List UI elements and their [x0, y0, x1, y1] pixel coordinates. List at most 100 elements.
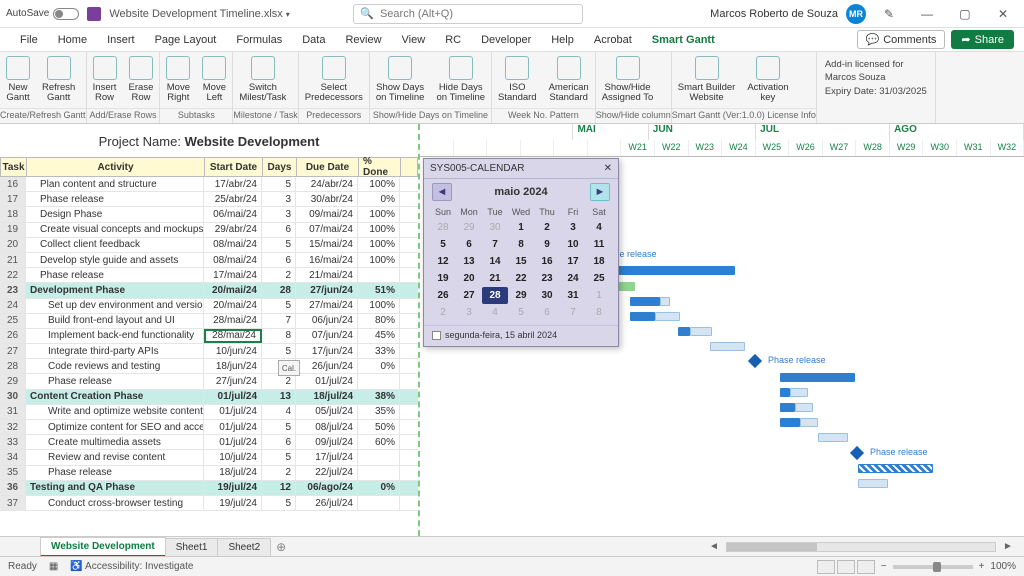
- share-button[interactable]: ➦ Share: [951, 30, 1014, 49]
- menu-tab-formulas[interactable]: Formulas: [226, 30, 292, 50]
- table-row[interactable]: 36Testing and QA Phase19/jul/241206/ago/…: [0, 481, 418, 496]
- gantt-bar[interactable]: [655, 312, 680, 321]
- calendar-day[interactable]: 30: [482, 219, 508, 236]
- calendar-day[interactable]: 7: [482, 236, 508, 253]
- table-row[interactable]: 30Content Creation Phase01/jul/241318/ju…: [0, 390, 418, 405]
- calendar-day[interactable]: 6: [456, 236, 482, 253]
- calendar-day[interactable]: 19: [430, 270, 456, 287]
- calendar-day[interactable]: 11: [586, 236, 612, 253]
- table-row[interactable]: 31Write and optimize website content01/j…: [0, 405, 418, 420]
- table-row[interactable]: 22Phase release17/mai/24221/mai/24: [0, 268, 418, 283]
- toggle-switch[interactable]: [53, 8, 79, 20]
- comments-button[interactable]: 💬 Comments: [857, 30, 946, 49]
- table-row[interactable]: 35Phase release18/jul/24222/jul/24: [0, 466, 418, 481]
- table-row[interactable]: 27Integrate third-party APIs10/jun/24517…: [0, 344, 418, 359]
- table-row[interactable]: 20Collect client feedback08/mai/24515/ma…: [0, 238, 418, 253]
- ribbon-select[interactable]: SelectPredecessors: [299, 54, 369, 108]
- gantt-bar[interactable]: [818, 433, 848, 442]
- col-due[interactable]: Due Date: [297, 158, 359, 176]
- ribbon-move[interactable]: MoveLeft: [196, 54, 232, 108]
- calendar-day[interactable]: 29: [508, 287, 534, 304]
- gantt-bar[interactable]: [780, 388, 790, 397]
- ribbon-erase[interactable]: EraseRow: [123, 54, 160, 108]
- checkbox[interactable]: [432, 331, 441, 340]
- prev-month-button[interactable]: ◄: [432, 183, 452, 201]
- menu-tab-home[interactable]: Home: [48, 30, 97, 50]
- horizontal-scroll[interactable]: ◄ ►: [708, 541, 1024, 552]
- calendar-day[interactable]: 3: [560, 219, 586, 236]
- calendar-day[interactable]: 23: [534, 270, 560, 287]
- calendar-day[interactable]: 17: [560, 253, 586, 270]
- macro-icon[interactable]: ▦: [49, 561, 58, 572]
- close-icon[interactable]: ✕: [604, 163, 612, 174]
- calendar-day[interactable]: 29: [456, 219, 482, 236]
- calendar-day[interactable]: 4: [482, 304, 508, 321]
- ribbon-insert[interactable]: InsertRow: [87, 54, 123, 108]
- table-row[interactable]: 17Phase release25/abr/24330/abr/240%: [0, 192, 418, 207]
- calendar-day[interactable]: 15: [508, 253, 534, 270]
- ribbon-switch[interactable]: SwitchMilest/Task: [233, 54, 292, 108]
- calendar-day[interactable]: 8: [586, 304, 612, 321]
- view-buttons[interactable]: [817, 560, 875, 574]
- ribbon-american[interactable]: AmericanStandard: [543, 54, 595, 108]
- col-start[interactable]: Start Date: [205, 158, 263, 176]
- ribbon-activation[interactable]: Activationkey: [741, 54, 794, 108]
- menu-tab-acrobat[interactable]: Acrobat: [584, 30, 642, 50]
- table-row[interactable]: 26Implement back-end functionality28/mai…: [0, 329, 418, 344]
- calendar-day[interactable]: 24: [560, 270, 586, 287]
- menu-tab-developer[interactable]: Developer: [471, 30, 541, 50]
- maximize-button[interactable]: ▢: [950, 3, 980, 25]
- menu-tab-help[interactable]: Help: [541, 30, 584, 50]
- calendar-day[interactable]: 27: [456, 287, 482, 304]
- calendar-day[interactable]: 8: [508, 236, 534, 253]
- col-days[interactable]: Days: [263, 158, 297, 176]
- menu-tab-view[interactable]: View: [392, 30, 436, 50]
- gantt-bar[interactable]: [795, 403, 813, 412]
- calendar-day[interactable]: 20: [456, 270, 482, 287]
- autosave-toggle[interactable]: AutoSave: [6, 8, 79, 20]
- ribbon-hide-days[interactable]: Hide Dayson Timeline: [430, 54, 491, 108]
- close-button[interactable]: ✕: [988, 3, 1018, 25]
- menu-tab-review[interactable]: Review: [335, 30, 391, 50]
- ribbon-refresh[interactable]: RefreshGantt: [36, 54, 81, 108]
- zoom-out-icon[interactable]: −: [881, 561, 887, 572]
- calendar-day[interactable]: 26: [430, 287, 456, 304]
- table-row[interactable]: 18Design Phase06/mai/24309/mai/24100%: [0, 207, 418, 222]
- menu-tab-smart-gantt[interactable]: Smart Gantt: [642, 30, 725, 50]
- calendar-day[interactable]: 4: [586, 219, 612, 236]
- ribbon-move[interactable]: MoveRight: [160, 54, 196, 108]
- sheet-tab[interactable]: Sheet2: [217, 538, 271, 556]
- gantt-bar[interactable]: [710, 342, 745, 351]
- gantt-bar[interactable]: [858, 479, 888, 488]
- ribbon-iso[interactable]: ISOStandard: [492, 54, 543, 108]
- filename[interactable]: Website Development Timeline.xlsx▾: [109, 8, 289, 20]
- gantt-bar[interactable]: [678, 327, 690, 336]
- calendar-day[interactable]: 3: [456, 304, 482, 321]
- col-task[interactable]: Task: [1, 158, 27, 176]
- gantt-bar[interactable]: [630, 312, 655, 321]
- table-row[interactable]: 21Develop style guide and assets08/mai/2…: [0, 253, 418, 268]
- save-icon[interactable]: [87, 7, 101, 21]
- zoom-slider[interactable]: [893, 565, 973, 569]
- calendar-day[interactable]: 10: [560, 236, 586, 253]
- col-activity[interactable]: Activity: [27, 158, 205, 176]
- ribbon-smart-builder[interactable]: Smart BuilderWebsite: [672, 54, 742, 108]
- gantt-bar[interactable]: [630, 297, 660, 306]
- ribbon-new[interactable]: NewGantt: [0, 54, 36, 108]
- calendar-day[interactable]: 9: [534, 236, 560, 253]
- gantt-bar[interactable]: [690, 327, 712, 336]
- sheet-tab[interactable]: Sheet1: [165, 538, 219, 556]
- search-input[interactable]: 🔍 Search (Alt+Q): [353, 4, 583, 24]
- calendar-day[interactable]: 21: [482, 270, 508, 287]
- calendar-day[interactable]: 1: [508, 219, 534, 236]
- scroll-right-icon[interactable]: ►: [1002, 541, 1014, 552]
- table-row[interactable]: 25Build front-end layout and UI28/mai/24…: [0, 314, 418, 329]
- menu-tab-page-layout[interactable]: Page Layout: [145, 30, 227, 50]
- calendar-day[interactable]: 28: [482, 287, 508, 304]
- gantt-bar[interactable]: [800, 418, 818, 427]
- table-row[interactable]: 37Conduct cross-browser testing19/jul/24…: [0, 496, 418, 511]
- calendar-day[interactable]: 5: [430, 236, 456, 253]
- table-row[interactable]: 16Plan content and structure17/abr/24524…: [0, 177, 418, 192]
- table-row[interactable]: 28Code reviews and testing18/jun/24626/j…: [0, 359, 418, 374]
- gantt-bar[interactable]: [780, 403, 795, 412]
